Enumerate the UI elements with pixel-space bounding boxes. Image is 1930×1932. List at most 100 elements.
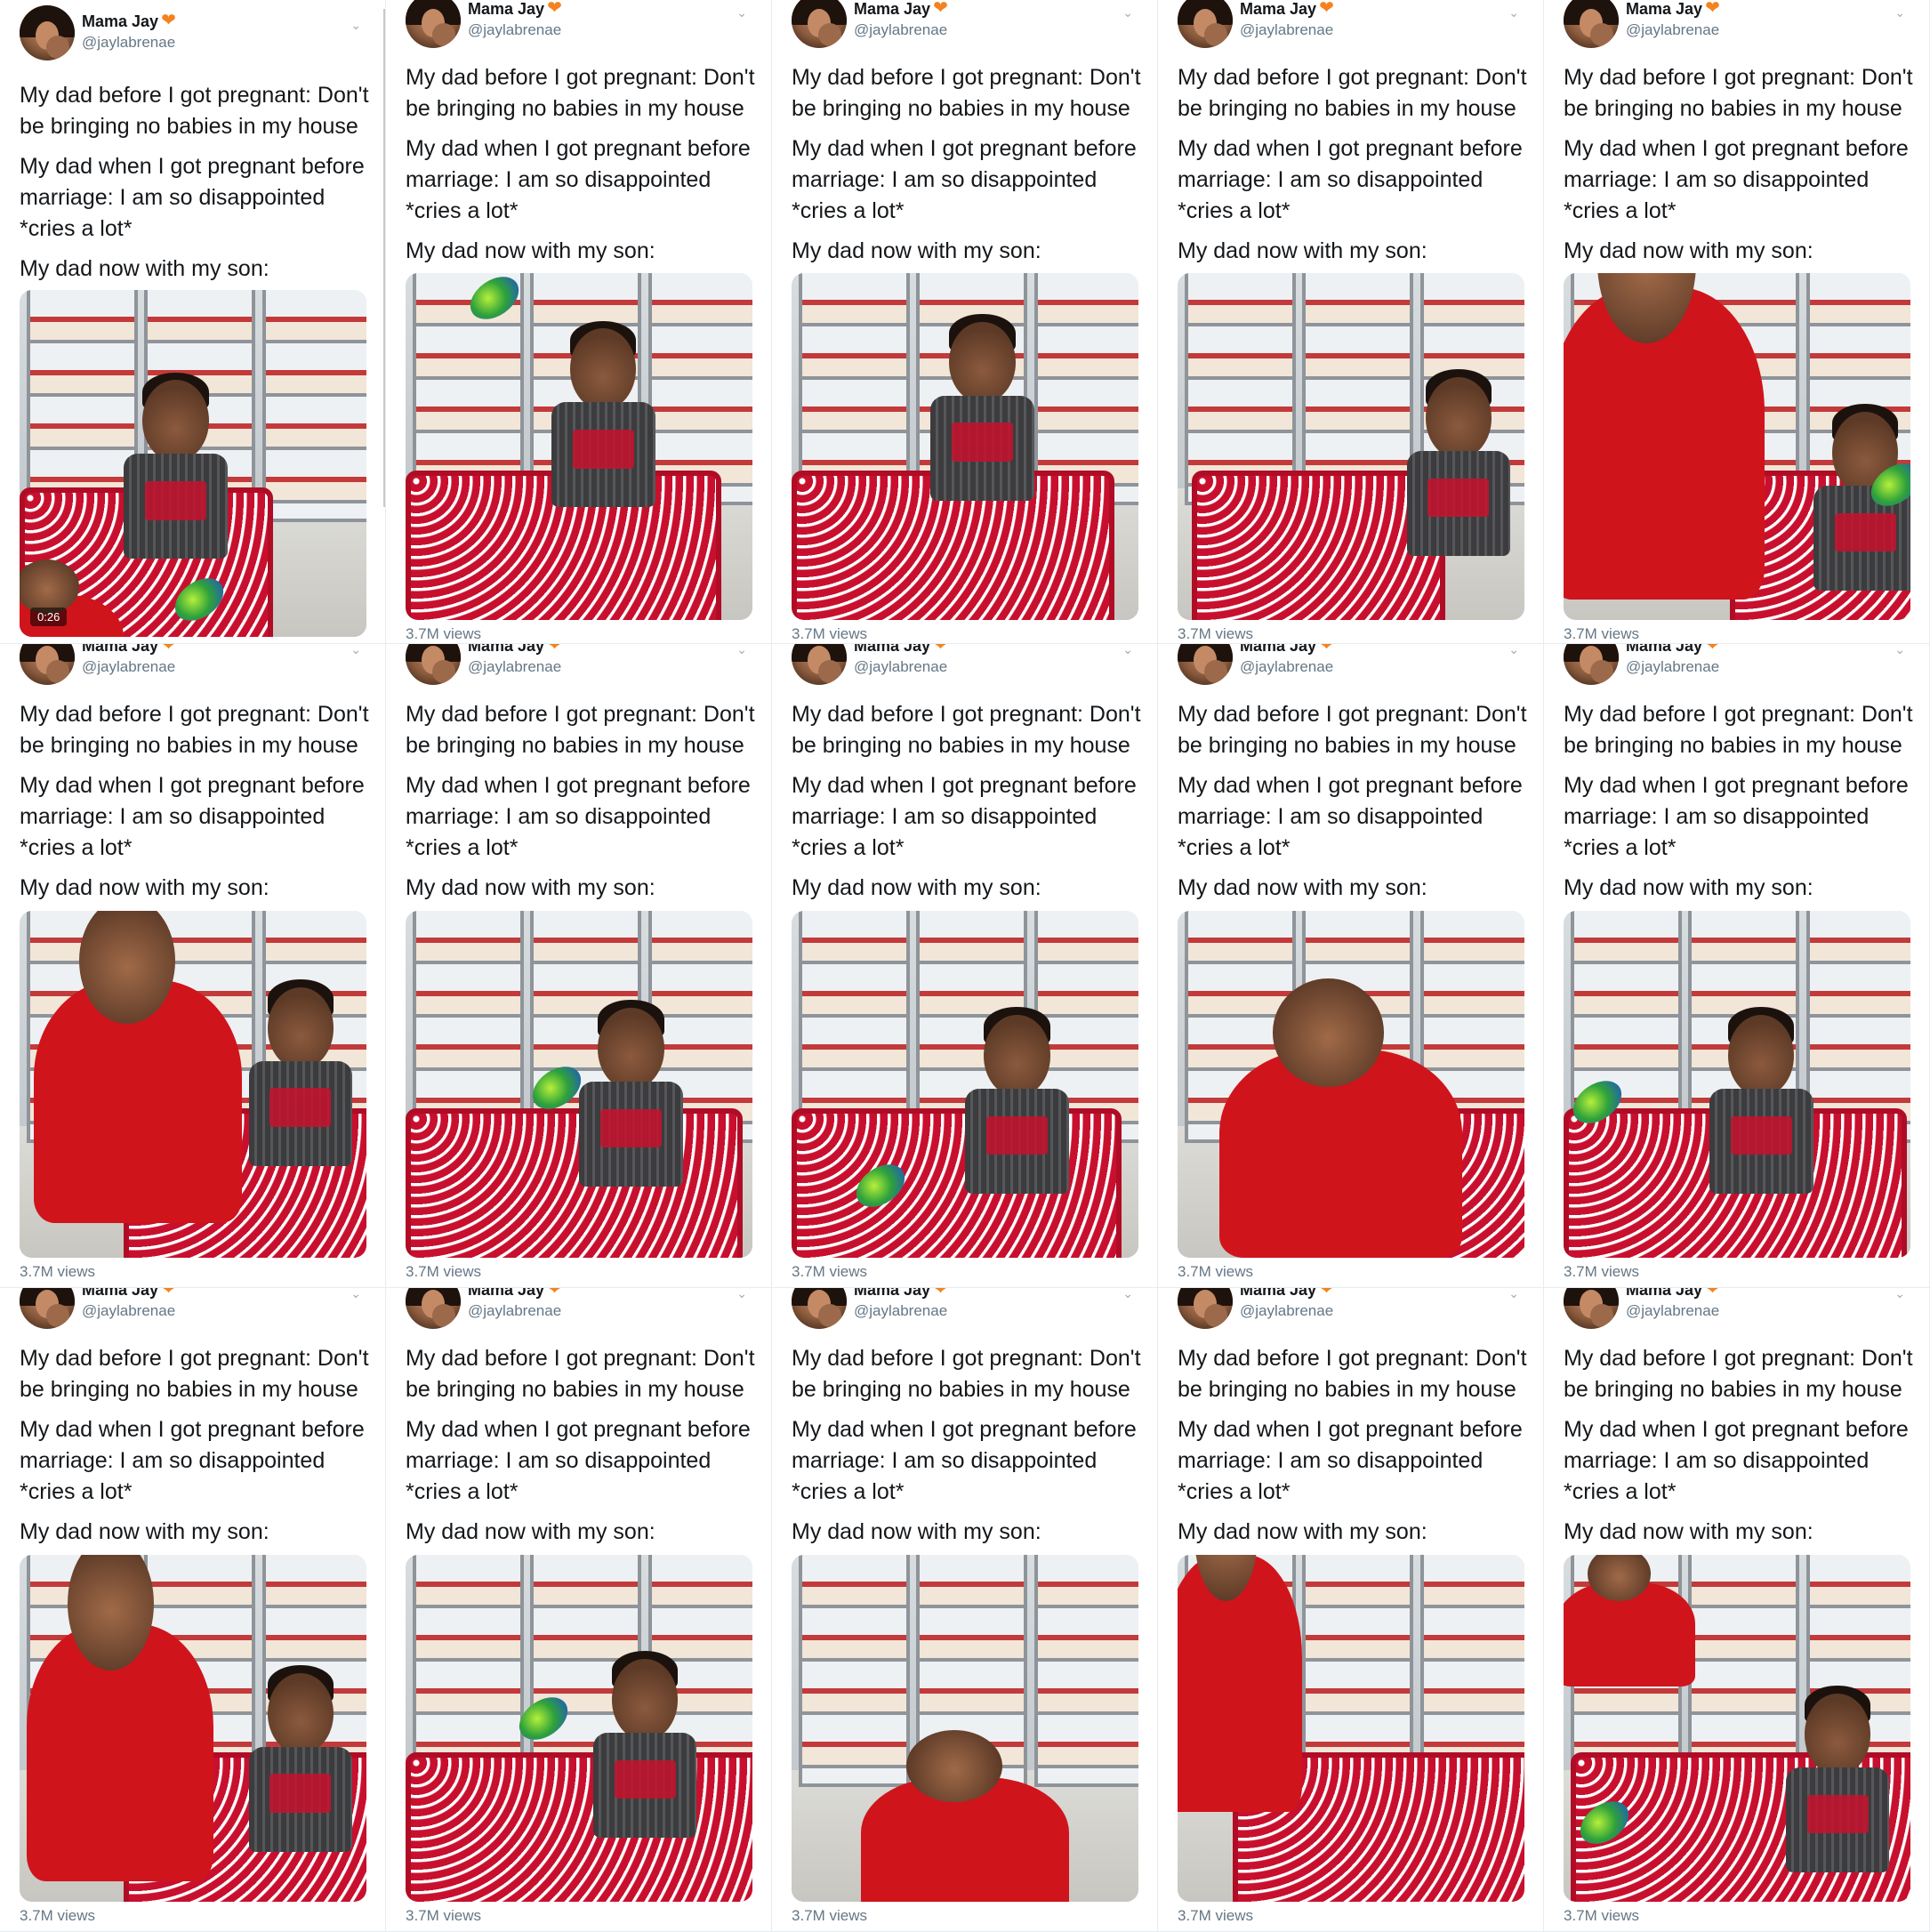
user-handle[interactable]: @jaylabrenae xyxy=(468,658,561,676)
avatar[interactable] xyxy=(1178,0,1233,48)
user-handle[interactable]: @jaylabrenae xyxy=(82,34,175,52)
video-player[interactable] xyxy=(20,1555,366,1902)
video-player[interactable] xyxy=(792,911,1138,1258)
user-handle[interactable]: @jaylabrenae xyxy=(82,658,175,676)
video-player[interactable] xyxy=(1564,273,1910,620)
user-handle[interactable]: @jaylabrenae xyxy=(854,1302,947,1320)
video-player[interactable] xyxy=(406,1555,752,1902)
chevron-down-icon[interactable]: ⌄ xyxy=(1894,5,1905,20)
tweet-text: My dad before I got pregnant: Don't be b… xyxy=(406,1343,761,1557)
view-count: 3.7M views xyxy=(406,625,482,642)
display-name[interactable]: Mama Jay ❤ xyxy=(1626,644,1720,656)
tweet-header: Mama Jay ❤ @jaylabrenae ⌄ xyxy=(20,1288,366,1331)
display-name[interactable]: Mama Jay ❤ xyxy=(468,644,562,656)
avatar[interactable] xyxy=(406,1288,461,1329)
chevron-down-icon[interactable]: ⌄ xyxy=(1508,1288,1519,1301)
avatar[interactable] xyxy=(1564,644,1619,685)
avatar[interactable] xyxy=(20,644,75,685)
tweet-line: My dad when I got pregnant before marria… xyxy=(20,154,365,241)
chevron-down-icon[interactable]: ⌄ xyxy=(1894,1288,1905,1301)
avatar[interactable] xyxy=(1178,1288,1233,1329)
orange-heart-icon: ❤ xyxy=(1705,644,1720,655)
chevron-down-icon[interactable]: ⌄ xyxy=(350,1288,361,1301)
avatar[interactable] xyxy=(20,5,75,60)
video-player[interactable] xyxy=(1178,273,1524,620)
chevron-down-icon[interactable]: ⌄ xyxy=(350,18,361,33)
avatar[interactable] xyxy=(1564,0,1619,48)
tweet-line: My dad now with my son: xyxy=(1178,238,1427,263)
avatar[interactable] xyxy=(792,644,847,685)
tweet-line: My dad when I got pregnant before marria… xyxy=(406,1417,751,1504)
user-handle[interactable]: @jaylabrenae xyxy=(1626,658,1719,676)
display-name[interactable]: Mama Jay ❤ xyxy=(854,1288,948,1300)
chevron-down-icon[interactable]: ⌄ xyxy=(736,1288,747,1301)
display-name[interactable]: Mama Jay ❤ xyxy=(1626,1288,1720,1300)
chevron-down-icon[interactable]: ⌄ xyxy=(350,644,361,657)
avatar[interactable] xyxy=(1564,1288,1619,1329)
baby xyxy=(117,372,235,574)
tweet-line: My dad before I got pregnant: Don't be b… xyxy=(792,702,1141,758)
display-name[interactable]: Mama Jay ❤ xyxy=(1240,0,1334,19)
display-name[interactable]: Mama Jay ❤ xyxy=(1240,644,1334,656)
chevron-down-icon[interactable]: ⌄ xyxy=(1508,5,1519,20)
tweet-panel: Mama Jay ❤ @jaylabrenae ⌄ My dad before I… xyxy=(1544,0,1930,644)
display-name[interactable]: Mama Jay ❤ xyxy=(1240,1288,1334,1300)
tweet-header: Mama Jay ❤ @jaylabrenae ⌄ xyxy=(406,644,752,687)
user-handle[interactable]: @jaylabrenae xyxy=(468,1302,561,1320)
tweet-line: My dad now with my son: xyxy=(20,875,269,900)
user-handle[interactable]: @jaylabrenae xyxy=(854,658,947,676)
baby xyxy=(1400,369,1518,571)
avatar[interactable] xyxy=(792,1288,847,1329)
view-count: 3.7M views xyxy=(792,1907,868,1924)
display-name[interactable]: Mama Jay ❤ xyxy=(82,1288,176,1300)
avatar[interactable] xyxy=(1178,644,1233,685)
chevron-down-icon[interactable]: ⌄ xyxy=(736,644,747,657)
avatar[interactable] xyxy=(406,644,461,685)
video-player[interactable] xyxy=(792,273,1138,620)
chevron-down-icon[interactable]: ⌄ xyxy=(1122,1288,1133,1301)
display-name[interactable]: Mama Jay ❤ xyxy=(468,0,562,19)
avatar[interactable] xyxy=(792,0,847,48)
user-handle[interactable]: @jaylabrenae xyxy=(1240,1302,1333,1320)
display-name[interactable]: Mama Jay ❤ xyxy=(468,1288,562,1300)
video-player[interactable] xyxy=(1178,911,1524,1258)
avatar[interactable] xyxy=(20,1288,75,1329)
display-name[interactable]: Mama Jay ❤ xyxy=(82,644,176,656)
tweet-text: My dad before I got pregnant: Don't be b… xyxy=(20,1343,375,1557)
video-player[interactable] xyxy=(406,273,752,620)
tweet-line: My dad when I got pregnant before marria… xyxy=(406,773,751,860)
user-handle[interactable]: @jaylabrenae xyxy=(1626,1302,1719,1320)
chevron-down-icon[interactable]: ⌄ xyxy=(736,5,747,20)
orange-heart-icon: ❤ xyxy=(933,1288,948,1299)
tweet-panel: Mama Jay ❤ @jaylabrenae ⌄ My dad before I… xyxy=(0,1288,386,1932)
display-name[interactable]: Mama Jay ❤ xyxy=(1626,0,1720,19)
video-player[interactable] xyxy=(1564,911,1910,1258)
display-name[interactable]: Mama Jay ❤ xyxy=(854,0,948,19)
tweet-line: My dad now with my son: xyxy=(1178,875,1427,900)
video-player[interactable] xyxy=(1178,1555,1524,1902)
user-handle[interactable]: @jaylabrenae xyxy=(82,1302,175,1320)
chevron-down-icon[interactable]: ⌄ xyxy=(1508,644,1519,657)
freezer-case xyxy=(1034,1555,1138,1788)
chevron-down-icon[interactable]: ⌄ xyxy=(1894,644,1905,657)
chevron-down-icon[interactable]: ⌄ xyxy=(1122,5,1133,20)
video-player[interactable]: 0:26 xyxy=(20,290,366,637)
avatar[interactable] xyxy=(406,0,461,48)
tweet-line: My dad before I got pregnant: Don't be b… xyxy=(1564,65,1913,121)
display-name[interactable]: Mama Jay ❤ xyxy=(854,644,948,656)
video-player[interactable] xyxy=(20,911,366,1258)
video-player[interactable] xyxy=(406,911,752,1258)
video-player[interactable] xyxy=(792,1555,1138,1902)
user-handle[interactable]: @jaylabrenae xyxy=(1626,21,1719,39)
video-player[interactable] xyxy=(1564,1555,1910,1902)
user-handle[interactable]: @jaylabrenae xyxy=(1240,21,1333,39)
chevron-down-icon[interactable]: ⌄ xyxy=(1122,644,1133,657)
user-handle[interactable]: @jaylabrenae xyxy=(854,21,947,39)
tweet-line: My dad before I got pregnant: Don't be b… xyxy=(1178,702,1527,758)
user-handle[interactable]: @jaylabrenae xyxy=(468,21,561,39)
tweet-line: My dad before I got pregnant: Don't be b… xyxy=(20,1346,369,1402)
user-handle[interactable]: @jaylabrenae xyxy=(1240,658,1333,676)
tweet-line: My dad before I got pregnant: Don't be b… xyxy=(406,65,755,121)
tweet-text: My dad before I got pregnant: Don't be b… xyxy=(1564,699,1919,913)
display-name[interactable]: Mama Jay ❤ xyxy=(82,12,176,31)
